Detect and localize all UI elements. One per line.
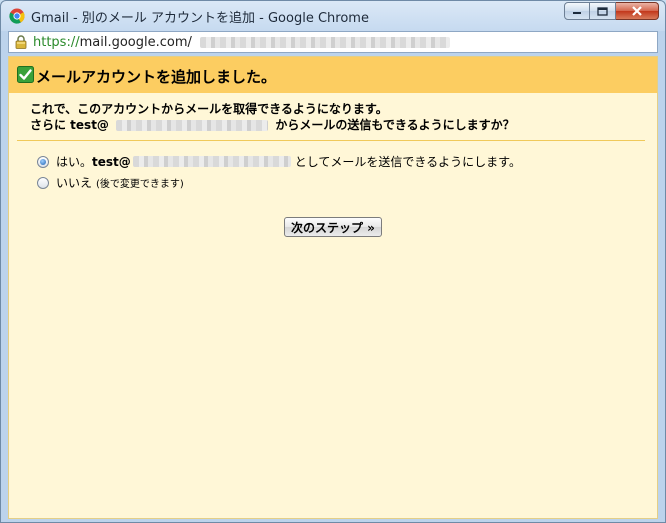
checkmark-icon	[17, 66, 34, 83]
description-line-2-suffix: からメールの送信もできるようにしますか？	[275, 118, 515, 132]
description-line-2-prefix: さらに test@	[30, 118, 109, 132]
option-yes-label: はい。	[56, 155, 93, 169]
lock-icon	[15, 35, 27, 49]
address-bar[interactable]: https://mail.google.com/	[8, 31, 658, 53]
redacted-email-option	[132, 156, 291, 167]
close-icon	[632, 6, 642, 16]
radio-yes[interactable]	[37, 155, 49, 168]
option-no-note: (後で変更できます)	[96, 179, 184, 190]
url-scheme: https://	[33, 35, 80, 50]
dialog-header: メールアカウントを追加しました。	[9, 57, 657, 93]
description-line-2: さらに test@ からメールの送信もできるようにしますか？	[30, 117, 515, 133]
dialog-description: これで、このアカウントからメールを取得できるようになります。 さらに test@…	[30, 101, 515, 133]
window-title: Gmail - 別のメール アカウントを追加 - Google Chrome	[31, 11, 369, 26]
maximize-icon	[597, 6, 608, 16]
next-step-button[interactable]: 次のステップ »	[284, 217, 382, 237]
option-no-label: いいえ	[56, 176, 93, 190]
dialog-title: メールアカウントを追加しました。	[36, 68, 277, 86]
option-yes-suffix: としてメールを送信できるようにします。	[294, 155, 521, 169]
minimize-button[interactable]	[564, 2, 590, 20]
url-text: https://mail.google.com/	[33, 35, 451, 50]
minimize-icon	[573, 12, 581, 14]
option-no[interactable]: いいえ (後で変更できます)	[37, 174, 184, 191]
redacted-email	[116, 120, 269, 131]
option-yes[interactable]: はい。 test@ としてメールを送信できるようにします。	[37, 153, 521, 170]
radio-no[interactable]	[37, 176, 49, 189]
maximize-button[interactable]	[590, 2, 616, 20]
chrome-window: Gmail - 別のメール アカウントを追加 - Google Chrome h…	[0, 0, 666, 523]
dialog-content: メールアカウントを追加しました。 これで、このアカウントからメールを取得できるよ…	[8, 56, 658, 519]
divider	[17, 140, 645, 141]
chrome-icon	[9, 8, 25, 24]
window-controls	[564, 2, 659, 22]
redacted-url-path	[200, 37, 451, 48]
title-bar: Gmail - 別のメール アカウントを追加 - Google Chrome	[1, 1, 665, 31]
option-yes-email: test@	[92, 154, 131, 169]
description-line-1: これで、このアカウントからメールを取得できるようになります。	[30, 102, 388, 116]
close-button[interactable]	[616, 2, 659, 20]
url-host: mail.google.com/	[79, 35, 192, 50]
